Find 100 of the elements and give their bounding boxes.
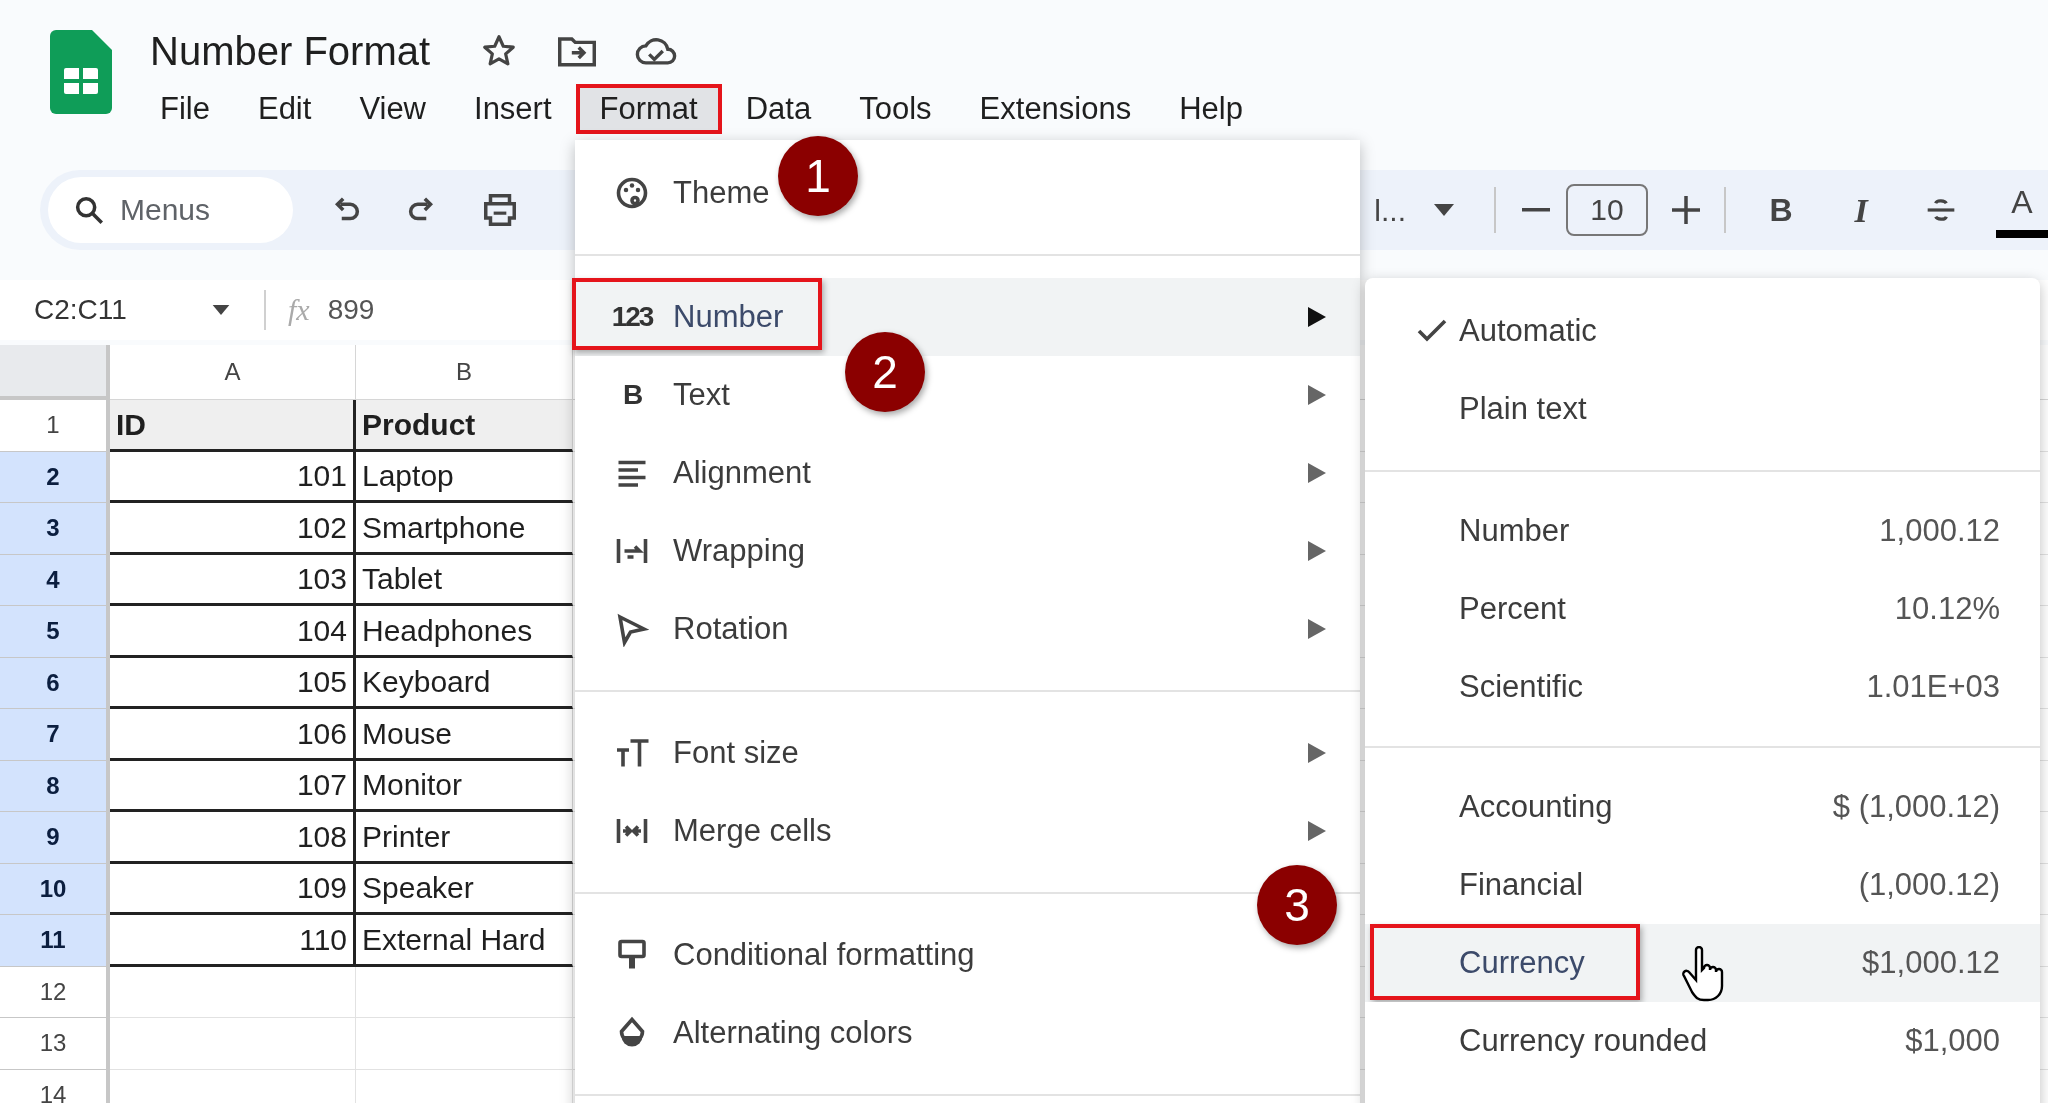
- table-cell[interactable]: 108: [110, 812, 356, 864]
- table-cell[interactable]: 103: [110, 554, 356, 606]
- menu-item-label: Alignment: [673, 453, 811, 492]
- menu-item[interactable]: Wrapping: [575, 512, 1360, 590]
- menu-item[interactable]: Financial (1,000.12): [1365, 846, 2040, 924]
- menu-item[interactable]: Help: [1155, 84, 1267, 134]
- table-cell[interactable]: Headphones: [356, 606, 573, 658]
- format-example: (1,000.12): [1858, 865, 2000, 904]
- table-cell[interactable]: Monitor: [356, 760, 573, 812]
- dropdown-caret-icon[interactable]: [212, 305, 230, 315]
- submenu-arrow-icon: [1308, 307, 1326, 327]
- table-cell[interactable]: External Hard: [356, 915, 573, 967]
- menu-item-label: Alternating colors: [673, 1013, 913, 1052]
- dropdown-caret-icon[interactable]: [1434, 204, 1454, 216]
- italic-button[interactable]: I: [1836, 184, 1886, 236]
- submenu-arrow-icon: [1308, 619, 1326, 639]
- row-header[interactable]: 10: [0, 863, 110, 915]
- menu-item[interactable]: Automatic: [1365, 292, 2040, 370]
- menu-item[interactable]: Number 1,000.12: [1365, 492, 2040, 570]
- font-size-field[interactable]: 10: [1566, 184, 1648, 236]
- row-header[interactable]: 4: [0, 554, 110, 606]
- menu-item[interactable]: Accounting $ (1,000.12): [1365, 768, 2040, 846]
- table-cell[interactable]: 102: [110, 503, 356, 555]
- menu-item[interactable]: Tools: [835, 84, 956, 134]
- table-cell[interactable]: [356, 966, 573, 1018]
- table-cell[interactable]: Keyboard: [356, 657, 573, 709]
- menu-item-label: Rotation: [673, 609, 789, 648]
- menu-item[interactable]: Extensions: [955, 84, 1156, 134]
- submenu-arrow-icon: [1308, 385, 1326, 405]
- row-header[interactable]: 8: [0, 760, 110, 812]
- table-cell[interactable]: [356, 1018, 573, 1070]
- menu-item-label: Theme: [673, 173, 770, 212]
- menu-item-label: Number: [1459, 511, 1570, 550]
- menu-item[interactable]: Format: [575, 84, 722, 134]
- plus-icon[interactable]: [1672, 196, 1700, 224]
- search-field[interactable]: Menus: [48, 177, 293, 243]
- menu-item-label: Financial: [1459, 865, 1584, 904]
- row-header[interactable]: 6: [0, 657, 110, 709]
- text-color-button[interactable]: A: [1996, 182, 2048, 238]
- row-header[interactable]: 1: [0, 400, 110, 452]
- function-label: fx: [287, 292, 311, 328]
- row-header[interactable]: 13: [0, 1018, 110, 1070]
- menu-item-label: Currency rounded: [1459, 1021, 1708, 1060]
- menu-item[interactable]: Edit: [233, 84, 336, 134]
- table-cell[interactable]: Product: [356, 400, 573, 452]
- menu-item[interactable]: Scientific 1.01E+03: [1365, 648, 2040, 726]
- menu-item[interactable]: Plain text: [1365, 370, 2040, 448]
- menu-item[interactable]: 123 Number: [575, 278, 1360, 356]
- formula-field[interactable]: 899: [327, 289, 375, 331]
- table-cell[interactable]: Mouse: [356, 709, 573, 761]
- menu-item[interactable]: Data: [721, 84, 836, 134]
- row-header[interactable]: 11: [0, 915, 110, 967]
- menu-item[interactable]: File: [136, 84, 234, 134]
- table-cell[interactable]: Laptop: [356, 451, 573, 503]
- print-icon[interactable]: [481, 191, 519, 229]
- menu-item-label: Conditional formatting: [673, 935, 975, 974]
- menu-item[interactable]: Alignment: [575, 434, 1360, 512]
- menu-item-label: Wrapping: [673, 531, 806, 570]
- row-header[interactable]: 12: [0, 966, 110, 1018]
- menu-item[interactable]: Rotation: [575, 590, 1360, 668]
- menu-item[interactable]: View: [335, 84, 450, 134]
- menu-item-label: Currency: [1459, 943, 1585, 982]
- table-cell[interactable]: 106: [110, 709, 356, 761]
- table-cell[interactable]: ID: [110, 400, 356, 452]
- table-cell[interactable]: Speaker: [356, 863, 573, 915]
- menu-item[interactable]: Merge cells: [575, 792, 1360, 870]
- table-cell[interactable]: [110, 966, 356, 1018]
- menu-item-label: Scientific: [1459, 667, 1584, 706]
- name-box[interactable]: C2:C11: [34, 289, 184, 331]
- format-icon: B: [609, 374, 655, 416]
- format-icon: 123: [609, 296, 655, 338]
- row-header[interactable]: 5: [0, 606, 110, 658]
- table-cell[interactable]: Printer: [356, 812, 573, 864]
- menu-item[interactable]: Alternating colors: [575, 994, 1360, 1072]
- minus-icon[interactable]: [1522, 207, 1550, 213]
- bold-button[interactable]: B: [1756, 186, 1806, 234]
- document-title[interactable]: Number Format: [150, 21, 431, 81]
- menu-item[interactable]: Font size: [575, 714, 1360, 792]
- table-cell[interactable]: 101: [110, 451, 356, 503]
- row-header[interactable]: 2: [0, 451, 110, 503]
- menu-item[interactable]: Currency rounded $1,000: [1365, 1002, 2040, 1080]
- table-cell[interactable]: 109: [110, 863, 356, 915]
- table-cell[interactable]: 110: [110, 915, 356, 967]
- table-cell[interactable]: 105: [110, 657, 356, 709]
- row-header[interactable]: 3: [0, 503, 110, 555]
- format-example: $ (1,000.12): [1832, 787, 2000, 826]
- row-header[interactable]: 7: [0, 709, 110, 761]
- font-name[interactable]: l...: [1374, 187, 1406, 233]
- row-header[interactable]: 9: [0, 812, 110, 864]
- table-cell[interactable]: Smartphone: [356, 503, 573, 555]
- menu-item[interactable]: Currency $1,000.12: [1365, 924, 2040, 1002]
- format-example: $1,000.12: [1862, 943, 2000, 982]
- table-cell[interactable]: 107: [110, 760, 356, 812]
- menu-item[interactable]: Insert: [450, 84, 576, 134]
- table-cell[interactable]: Tablet: [356, 554, 573, 606]
- table-cell[interactable]: 104: [110, 606, 356, 658]
- table-cell[interactable]: [110, 1018, 356, 1070]
- menu-item[interactable]: Percent 10.12%: [1365, 570, 2040, 648]
- menu-item-label: Plain text: [1459, 389, 1587, 428]
- sheets-logo-icon[interactable]: [50, 30, 112, 114]
